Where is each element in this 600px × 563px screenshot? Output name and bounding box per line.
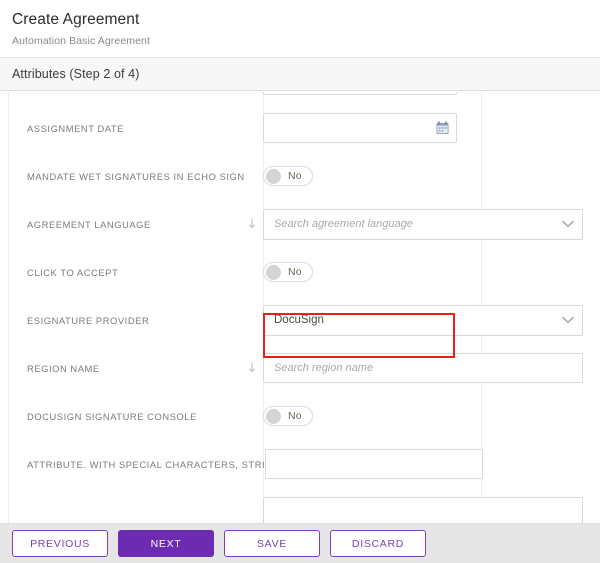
region-name-input[interactable] bbox=[263, 353, 583, 383]
control-wrap: No bbox=[241, 406, 313, 426]
form-row-assignment-date: ASSIGNMENT DATE bbox=[0, 104, 600, 152]
control-wrap bbox=[241, 497, 583, 524]
form-row-agreement-language: AGREEMENT LANGUAGE Search agreement lang… bbox=[0, 200, 600, 248]
discard-button[interactable]: DISCARD bbox=[330, 530, 426, 557]
create-agreement-dialog: Create Agreement Automation Basic Agreem… bbox=[0, 0, 600, 563]
arrow-down-indent-icon bbox=[241, 218, 263, 231]
clipped-top-input[interactable] bbox=[263, 92, 457, 95]
control-wrap: No bbox=[241, 262, 313, 282]
form-row-region-name: REGION NAME bbox=[0, 344, 600, 392]
page-subtitle: Automation Basic Agreement bbox=[12, 35, 151, 47]
arrow-down-indent-icon bbox=[241, 362, 263, 375]
form-row-clipped-bottom bbox=[0, 488, 600, 524]
label-agreement-language: AGREEMENT LANGUAGE bbox=[27, 218, 151, 230]
label-mandate-wet-signatures: MANDATE WET SIGNATURES IN ECHO SIGN bbox=[27, 170, 245, 182]
toggle-knob-icon bbox=[266, 408, 281, 424]
agreement-language-select-wrap: Search agreement language bbox=[263, 208, 583, 240]
attribute-special-characters-input[interactable] bbox=[265, 449, 483, 479]
control-wrap: No bbox=[241, 166, 313, 186]
click-to-accept-toggle[interactable]: No bbox=[263, 262, 313, 282]
label-click-to-accept: CLICK TO ACCEPT bbox=[27, 266, 119, 278]
docusign-signature-console-toggle[interactable]: No bbox=[263, 406, 313, 426]
label-attribute-special-characters: ATTRIBUTE. WITH SPECIAL CHARACTERS, STRI… bbox=[27, 458, 281, 470]
label-assignment-date: ASSIGNMENT DATE bbox=[27, 122, 124, 134]
agreement-language-select[interactable]: Search agreement language bbox=[263, 208, 583, 240]
toggle-knob-icon bbox=[266, 168, 281, 184]
esignature-provider-select-wrap: DocuSign bbox=[263, 304, 583, 336]
clipped-bottom-input[interactable] bbox=[263, 497, 583, 524]
dialog-header: Create Agreement Automation Basic Agreem… bbox=[0, 0, 600, 57]
form-row-esignature-provider: ESIGNATURE PROVIDER DocuSign bbox=[0, 296, 600, 344]
form-row-clipped-top bbox=[0, 92, 600, 104]
toggle-knob-icon bbox=[266, 264, 281, 280]
label-region-name: REGION NAME bbox=[27, 362, 100, 374]
form-row-docusign-signature-console: DOCUSIGN SIGNATURE CONSOLE No bbox=[0, 392, 600, 440]
control-wrap: DocuSign bbox=[241, 304, 583, 336]
label-esignature-provider: ESIGNATURE PROVIDER bbox=[27, 314, 150, 326]
assignment-date-wrap bbox=[263, 113, 457, 143]
form-row-attribute-special-characters: ATTRIBUTE. WITH SPECIAL CHARACTERS, STRI… bbox=[0, 440, 600, 488]
esignature-provider-select[interactable]: DocuSign bbox=[263, 304, 583, 336]
assignment-date-input[interactable] bbox=[263, 113, 457, 143]
attributes-form-scroll-region[interactable]: ASSIGNMENT DATE MANDATE WET SIGNATURES I… bbox=[0, 92, 600, 524]
control-wrap: Search agreement language bbox=[241, 208, 583, 240]
attributes-form: ASSIGNMENT DATE MANDATE WET SIGNATURES I… bbox=[0, 92, 600, 524]
next-button[interactable]: NEXT bbox=[118, 530, 214, 557]
control-wrap bbox=[241, 353, 583, 383]
toggle-value: No bbox=[288, 170, 302, 182]
control-wrap bbox=[241, 113, 457, 143]
form-row-click-to-accept: CLICK TO ACCEPT No bbox=[0, 248, 600, 296]
previous-button[interactable]: PREVIOUS bbox=[12, 530, 108, 557]
page-title: Create Agreement bbox=[12, 11, 140, 28]
mandate-wet-signatures-toggle[interactable]: No bbox=[263, 166, 313, 186]
save-button[interactable]: SAVE bbox=[224, 530, 320, 557]
toggle-value: No bbox=[288, 410, 302, 422]
label-docusign-signature-console: DOCUSIGN SIGNATURE CONSOLE bbox=[27, 410, 197, 422]
form-row-mandate-wet-signatures: MANDATE WET SIGNATURES IN ECHO SIGN No bbox=[0, 152, 600, 200]
step-bar-title: Attributes (Step 2 of 4) bbox=[12, 67, 140, 81]
step-bar: Attributes (Step 2 of 4) bbox=[0, 57, 600, 91]
control-wrap bbox=[241, 92, 457, 95]
toggle-value: No bbox=[288, 266, 302, 278]
dialog-footer: PREVIOUS NEXT SAVE DISCARD bbox=[0, 524, 600, 563]
control-wrap bbox=[265, 449, 483, 479]
